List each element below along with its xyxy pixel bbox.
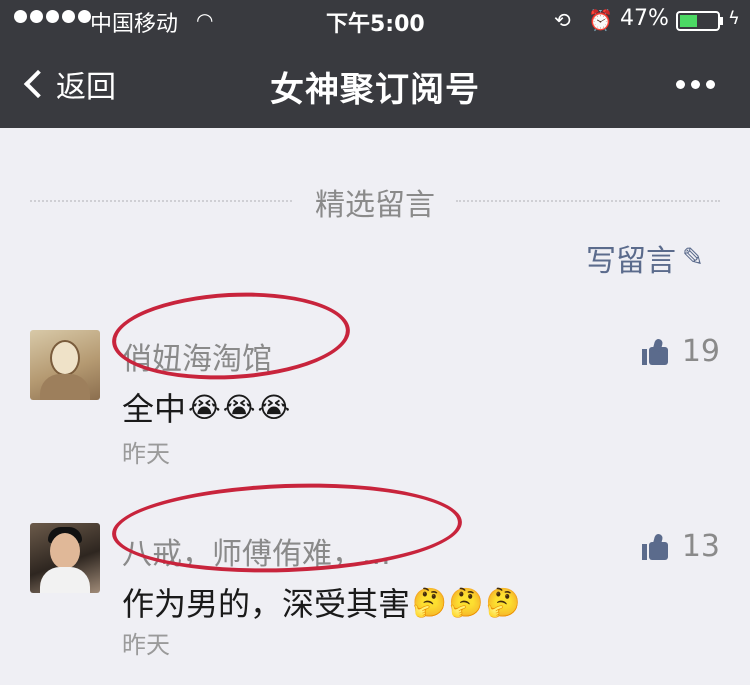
pencil-icon: ✎ (682, 243, 704, 273)
crying-emoji-icon: 😭 (257, 390, 291, 424)
comment-item: 俏妞海淘馆 全中 😭 😭 😭 昨天 19 (0, 320, 750, 500)
status-time: 下午5:00 (326, 12, 425, 37)
battery-cap (720, 17, 723, 25)
write-comment-button[interactable]: 写留言 ✎ (586, 236, 704, 280)
like-button[interactable]: 19 (641, 334, 720, 369)
battery-level (680, 15, 697, 27)
comment-body: 全中 (122, 390, 187, 428)
comment-item: 八戒，师傅侑难，... 作为男的，深受其害 🤔 🤔 🤔 昨天 13 (0, 515, 750, 685)
divider-line (30, 200, 292, 202)
like-count: 19 (681, 334, 720, 369)
crying-emoji-icon: 😭 (188, 390, 221, 424)
signal-strength-icon (14, 10, 91, 23)
status-bar: 中国移动 ◠ 下午5:00 ⟲ ⏰ 47% ϟ (0, 0, 750, 40)
header: 中国移动 ◠ 下午5:00 ⟲ ⏰ 47% ϟ 返回 女神聚订阅号 (0, 0, 750, 128)
battery-percent: 47% (620, 6, 669, 31)
alarm-icon: ⏰ (588, 8, 613, 32)
thinking-emoji-icon: 🤔 (412, 585, 447, 619)
thumbs-up-icon (641, 532, 668, 560)
avatar[interactable] (30, 523, 100, 593)
crying-emoji-icon: 😭 (222, 390, 256, 424)
thinking-emoji-icon: 🤔 (485, 585, 521, 619)
carrier-name: 中国移动 (90, 12, 179, 37)
orientation-lock-icon: ⟲ (554, 8, 571, 32)
thinking-emoji-icon: 🤔 (448, 585, 484, 619)
write-comment-label: 写留言 (586, 244, 676, 279)
section-title: 精选留言 (315, 188, 435, 223)
thumbs-up-icon (641, 337, 668, 365)
page-title: 女神聚订阅号 (270, 70, 480, 110)
comment-body: 作为男的，深受其害 (122, 585, 411, 623)
nav-bar: 返回 女神聚订阅号 (0, 40, 750, 128)
wifi-icon: ◠ (196, 8, 214, 32)
comment-text: 全中 😭 😭 😭 (122, 384, 290, 430)
comment-nickname: 八戒，师傅侑难，... (122, 537, 391, 572)
comment-nickname: 俏妞海淘馆 (122, 342, 272, 377)
charging-icon: ϟ (728, 8, 740, 29)
comment-text: 作为男的，深受其害 🤔 🤔 🤔 (122, 579, 521, 625)
like-button[interactable]: 13 (641, 529, 720, 564)
more-dots-icon[interactable] (676, 80, 715, 89)
comment-time: 昨天 (122, 631, 170, 659)
avatar[interactable] (30, 330, 100, 400)
battery-icon (676, 11, 720, 31)
section-divider: 精选留言 (0, 178, 750, 223)
like-count: 13 (681, 529, 720, 564)
comment-time: 昨天 (122, 440, 170, 468)
divider-line (456, 200, 720, 202)
